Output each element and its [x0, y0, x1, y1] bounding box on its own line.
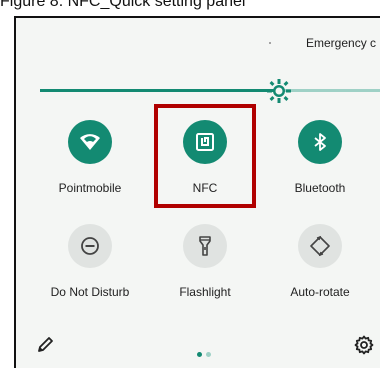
figure-caption: Figure 8. NFC_Quick setting panel [0, 0, 380, 16]
figure-caption-text: Figure 8. NFC_Quick setting panel [0, 0, 246, 10]
status-indicator-dot [269, 42, 271, 44]
bluetooth-icon [314, 133, 326, 151]
brightness-slider-track-rest[interactable] [280, 89, 380, 92]
emergency-label[interactable]: Emergency c [306, 36, 376, 50]
bluetooth-tile-button[interactable] [298, 120, 342, 164]
settings-gear-icon[interactable] [354, 335, 374, 355]
tile-auto-rotate[interactable]: Auto-rotate [270, 224, 370, 299]
do-not-disturb-icon [81, 237, 99, 255]
brightness-slider-thumb[interactable] [266, 78, 292, 104]
tile-do-not-disturb[interactable]: Do Not Disturb [40, 224, 140, 299]
page-dot-inactive[interactable] [206, 352, 211, 357]
tile-label-pointmobile: Pointmobile [58, 181, 122, 195]
tile-bluetooth[interactable]: Bluetooth [270, 120, 370, 195]
nfc-highlight-box [154, 104, 256, 208]
tile-pointmobile-wifi[interactable]: Pointmobile [40, 120, 140, 195]
auto-rotate-tile-button[interactable] [298, 224, 342, 268]
tile-label-bluetooth: Bluetooth [294, 181, 346, 195]
tile-flashlight[interactable]: Flashlight [155, 224, 255, 299]
tile-label-auto-rotate: Auto-rotate [290, 285, 350, 299]
page-dot-active[interactable] [197, 352, 202, 357]
edit-pencil-icon[interactable] [36, 336, 54, 354]
quick-settings-panel: Emergency c Pointmobile NFC Bluetooth Do… [14, 16, 380, 368]
dnd-tile-button[interactable] [68, 224, 112, 268]
wifi-icon [80, 134, 100, 150]
flashlight-icon [199, 236, 211, 256]
wifi-tile-button[interactable] [68, 120, 112, 164]
auto-rotate-icon [310, 235, 330, 257]
tile-label-dnd: Do Not Disturb [50, 285, 130, 299]
page-indicator[interactable] [197, 344, 215, 362]
tile-label-flashlight: Flashlight [179, 285, 231, 299]
flashlight-tile-button[interactable] [183, 224, 227, 268]
brightness-slider-track[interactable] [40, 89, 280, 92]
